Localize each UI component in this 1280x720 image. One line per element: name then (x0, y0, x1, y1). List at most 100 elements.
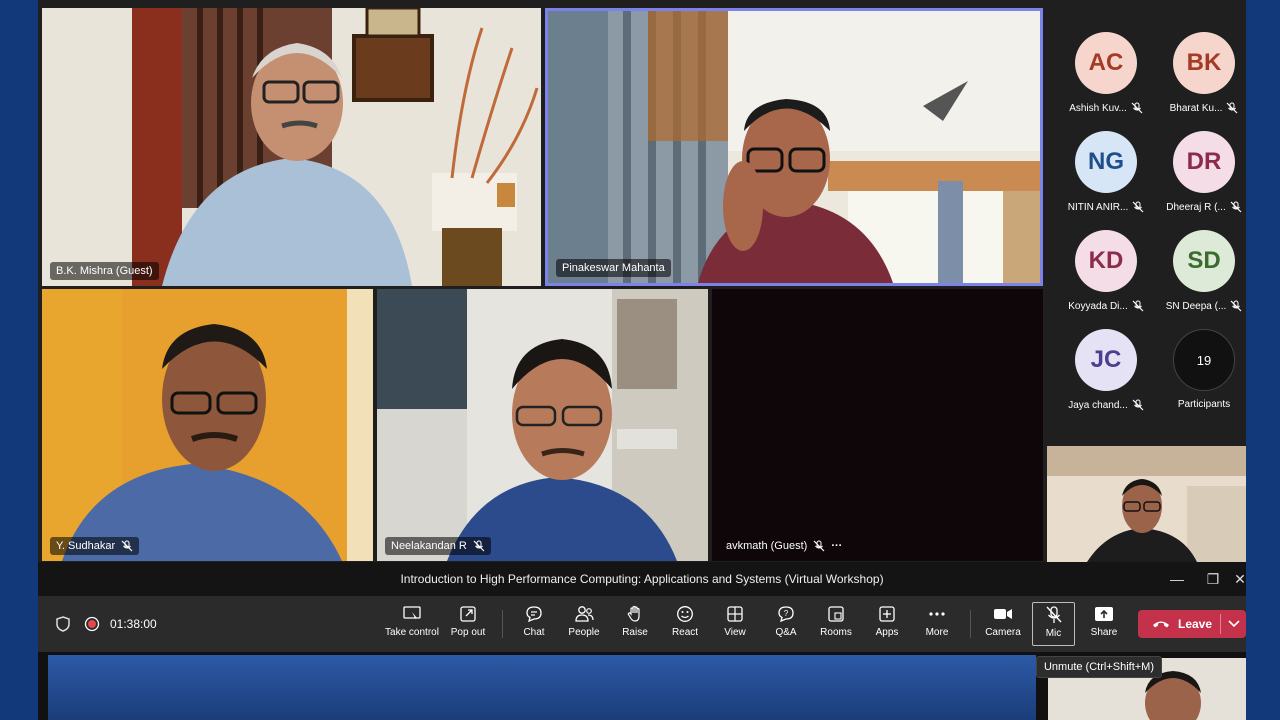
avatar: BK (1173, 32, 1235, 94)
participants-overflow-button[interactable]: 19 Participants (1156, 329, 1252, 410)
mic-off-icon (121, 540, 133, 552)
roster-person[interactable]: SD SN Deepa (... (1156, 230, 1252, 312)
video-tile-bk-mishra[interactable]: B.K. Mishra (Guest) (42, 8, 541, 286)
participant-name-tag: Pinakeswar Mahanta (556, 259, 671, 277)
react-button[interactable]: React (659, 604, 711, 646)
avatar: SD (1173, 230, 1235, 292)
raise-hand-icon (627, 605, 640, 622)
pop-out-button[interactable]: Pop out (442, 604, 494, 646)
mic-off-icon (813, 540, 825, 552)
rooms-button[interactable]: Rooms (810, 604, 862, 646)
meeting-title-bar: Introduction to High Performance Computi… (38, 562, 1246, 596)
camera-button[interactable]: Camera (977, 604, 1029, 646)
apps-icon (879, 606, 895, 622)
roster-person-name: Dheeraj R (... (1166, 201, 1226, 213)
apps-button[interactable]: Apps (861, 604, 913, 646)
leave-label: Leave (1178, 617, 1213, 631)
mic-off-icon (1230, 300, 1242, 312)
roster-person[interactable]: DR Dheeraj R (... (1156, 131, 1252, 213)
mic-off-icon (473, 540, 485, 552)
participants-count-badge: 19 (1173, 329, 1235, 391)
share-icon (1095, 607, 1113, 621)
view-button[interactable]: View (709, 604, 761, 646)
chat-button[interactable]: Chat (508, 604, 560, 646)
roster-person[interactable]: NG NITIN ANIR... (1058, 131, 1154, 213)
mic-off-icon (1132, 201, 1144, 213)
participant-name: B.K. Mishra (Guest) (56, 265, 153, 277)
mic-tooltip: Unmute (Ctrl+Shift+M) (1036, 656, 1162, 678)
meeting-timer: 01:38:00 (110, 617, 157, 631)
leave-divider (1220, 614, 1221, 634)
participant-name: Neelakandan R (391, 540, 467, 552)
smiley-icon (677, 606, 693, 622)
ellipsis-icon (929, 612, 945, 616)
self-view-video[interactable] (1047, 446, 1246, 562)
pop-out-icon (460, 606, 476, 622)
mic-off-icon (1132, 399, 1144, 411)
avatar: AC (1075, 32, 1137, 94)
leave-button[interactable]: Leave (1138, 610, 1246, 638)
video-tile-pinakeswar-mahanta[interactable]: Pinakeswar Mahanta (545, 8, 1043, 286)
minimize-icon[interactable]: — (1166, 568, 1188, 590)
roster-person-name: NITIN ANIR... (1067, 201, 1129, 213)
take-control-icon (403, 606, 421, 620)
mic-off-icon (1226, 102, 1238, 114)
qa-button[interactable]: ? Q&A (760, 604, 812, 646)
avatar: JC (1075, 329, 1137, 391)
meeting-toolbar: 01:38:00 Take control Pop out Chat Peopl… (38, 596, 1246, 652)
roster-person[interactable]: AC Ashish Kuv... (1058, 32, 1154, 114)
roster-person-name: Jaya chand... (1068, 399, 1128, 411)
more-button[interactable]: More (911, 604, 963, 646)
meeting-title: Introduction to High Performance Computi… (400, 572, 884, 586)
self-video (1047, 446, 1246, 562)
roster-person-name: Ashish Kuv... (1069, 102, 1127, 114)
recording-icon (84, 616, 100, 632)
toolbar-divider (970, 610, 971, 638)
mic-button[interactable]: Mic (1032, 602, 1075, 646)
participants-label: Participants (1177, 399, 1231, 410)
camera-icon (994, 609, 1012, 619)
avatar: KD (1075, 230, 1137, 292)
participant-video (548, 11, 1040, 283)
participant-video (42, 289, 373, 561)
participant-video (377, 289, 708, 561)
grid-view-icon (727, 606, 743, 622)
video-tile-avkmath[interactable]: avkmath (Guest) ··· (712, 289, 1043, 561)
share-button[interactable]: Share (1078, 604, 1130, 646)
shared-screen-preview (48, 655, 1036, 720)
toolbar-divider (502, 610, 503, 638)
participant-name-tag: Y. Sudhakar (50, 537, 140, 555)
participant-roster: AC Ashish Kuv... BK Bharat Ku... NG NITI… (1046, 8, 1246, 438)
mic-off-icon (1131, 102, 1143, 114)
participant-name-tag: B.K. Mishra (Guest) (50, 262, 159, 280)
rooms-icon (828, 606, 844, 622)
participant-name-tag: avkmath (Guest) ··· (720, 537, 848, 555)
svg-text:?: ? (784, 609, 789, 618)
mic-off-icon (1132, 300, 1144, 312)
restore-icon[interactable]: ❐ (1202, 568, 1224, 590)
close-icon[interactable]: ✕ (1234, 568, 1246, 590)
people-button[interactable]: People (558, 604, 610, 646)
participant-video (42, 8, 541, 286)
shield-icon[interactable] (56, 616, 70, 632)
roster-person-name: SN Deepa (... (1165, 300, 1227, 312)
roster-person[interactable]: JC Jaya chand... (1058, 329, 1154, 411)
roster-person-name: Koyyada Di... (1068, 300, 1128, 312)
mic-off-icon (1230, 201, 1242, 213)
raise-hand-button[interactable]: Raise (609, 604, 661, 646)
participant-name: Pinakeswar Mahanta (562, 262, 665, 274)
chevron-down-icon[interactable] (1228, 620, 1240, 628)
roster-person-name: Bharat Ku... (1169, 102, 1223, 114)
video-tile-neelakandan-r[interactable]: Neelakandan R (377, 289, 708, 561)
participant-name-tag: Neelakandan R (385, 537, 491, 555)
roster-person[interactable]: KD Koyyada Di... (1058, 230, 1154, 312)
participant-name: avkmath (Guest) (726, 540, 808, 552)
take-control-button[interactable]: Take control (385, 604, 439, 646)
more-options-icon[interactable]: ··· (831, 540, 842, 552)
avatar: NG (1075, 131, 1137, 193)
mic-off-icon (1045, 606, 1062, 623)
participant-name: Y. Sudhakar (56, 540, 116, 552)
chat-icon (526, 606, 542, 623)
roster-person[interactable]: BK Bharat Ku... (1156, 32, 1252, 114)
video-tile-y-sudhakar[interactable]: Y. Sudhakar (42, 289, 373, 561)
